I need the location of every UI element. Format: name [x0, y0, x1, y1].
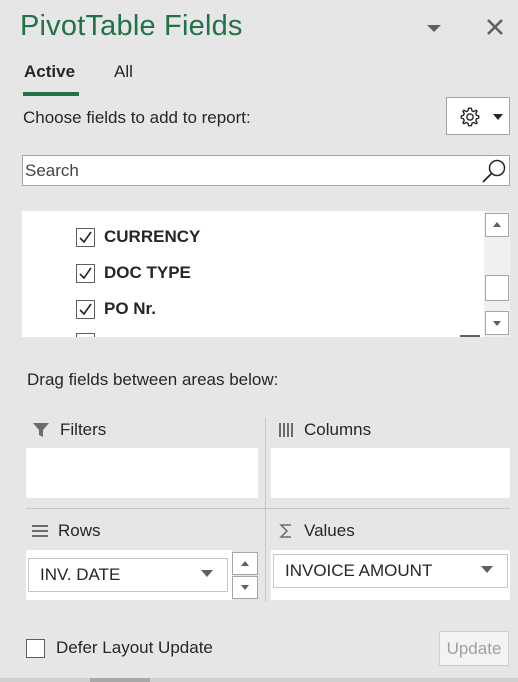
rows-field-inv-date[interactable]: INV. DATE	[28, 558, 228, 592]
chevron-up-icon	[493, 222, 501, 227]
rows-scroll-spinner[interactable]	[232, 552, 258, 600]
partial-field-checkbox	[76, 333, 95, 337]
checkmark-icon	[79, 231, 92, 243]
search-input[interactable]	[23, 156, 473, 185]
chevron-down-icon[interactable]	[481, 566, 493, 574]
scroll-down-button[interactable]	[485, 311, 509, 335]
field-label: CURRENCY	[104, 227, 201, 246]
update-button[interactable]: Update	[439, 631, 509, 666]
values-label: Values	[304, 521, 355, 540]
field-checkbox[interactable]	[76, 227, 95, 247]
sigma-icon	[279, 524, 291, 538]
chevron-down-icon	[241, 585, 249, 590]
resize-grip[interactable]	[90, 678, 150, 682]
filters-label: Filters	[60, 420, 107, 439]
field-item-doc-type[interactable]: DOC TYPE	[76, 261, 191, 285]
values-field-label: INVOICE AMOUNT	[285, 561, 433, 580]
search-box	[22, 155, 510, 186]
checkmark-icon	[79, 303, 92, 315]
gear-icon	[460, 107, 480, 127]
field-label: PO Nr.	[104, 299, 156, 318]
choose-fields-label: Choose fields to add to report:	[23, 108, 251, 127]
columns-area-header: Columns	[278, 420, 371, 440]
filter-icon	[33, 423, 49, 437]
rows-scroll-up[interactable]	[232, 552, 258, 575]
rows-label: Rows	[58, 521, 101, 540]
filters-drop-zone[interactable]	[26, 448, 258, 498]
chevron-up-icon	[241, 561, 249, 566]
close-icon	[487, 19, 503, 35]
defer-layout-update[interactable]: Defer Layout Update	[26, 638, 213, 658]
tab-all[interactable]: All	[114, 62, 133, 82]
rows-icon	[32, 525, 48, 537]
drag-fields-label: Drag fields between areas below:	[27, 370, 279, 389]
columns-drop-zone[interactable]	[271, 448, 510, 498]
field-list-scrollbar[interactable]	[484, 211, 510, 337]
rows-area-header: Rows	[32, 521, 101, 541]
tab-active[interactable]: Active	[24, 62, 75, 82]
chevron-down-icon[interactable]	[201, 570, 213, 578]
search-icon[interactable]	[481, 158, 507, 184]
panel-title: PivotTable Fields	[20, 10, 243, 42]
field-item-po-nr[interactable]: PO Nr.	[76, 297, 156, 321]
field-item-currency[interactable]: CURRENCY	[76, 225, 200, 249]
close-button[interactable]	[484, 16, 506, 38]
chevron-down-icon	[427, 25, 441, 32]
columns-label: Columns	[304, 420, 372, 439]
values-area-header: Values	[278, 521, 355, 541]
active-tab-indicator	[23, 92, 79, 96]
partial-field-label	[124, 211, 154, 213]
scroll-thumb[interactable]	[485, 275, 509, 301]
chevron-down-icon	[493, 114, 503, 120]
field-checkbox[interactable]	[76, 299, 95, 319]
field-checkbox[interactable]	[76, 263, 95, 283]
defer-layout-label: Defer Layout Update	[56, 638, 213, 657]
chevron-down-icon	[493, 321, 501, 326]
scroll-up-button[interactable]	[485, 213, 509, 237]
rows-field-label: INV. DATE	[40, 565, 121, 584]
field-list: CURRENCY DOC TYPE PO Nr.	[22, 211, 510, 337]
area-divider-vertical	[265, 418, 266, 602]
area-divider-horizontal	[26, 508, 510, 509]
rows-scroll-down[interactable]	[232, 576, 258, 599]
columns-icon	[279, 423, 293, 437]
checkmark-icon	[79, 267, 92, 279]
defer-layout-checkbox[interactable]	[26, 638, 45, 658]
field-label: DOC TYPE	[104, 263, 191, 282]
resize-bar	[0, 678, 518, 682]
values-field-invoice-amount[interactable]: INVOICE AMOUNT	[273, 554, 508, 588]
partial-field-filter-icon	[460, 335, 480, 337]
task-pane-options-button[interactable]	[424, 18, 444, 38]
field-settings-button[interactable]	[446, 97, 510, 135]
filters-area-header: Filters	[32, 420, 106, 440]
